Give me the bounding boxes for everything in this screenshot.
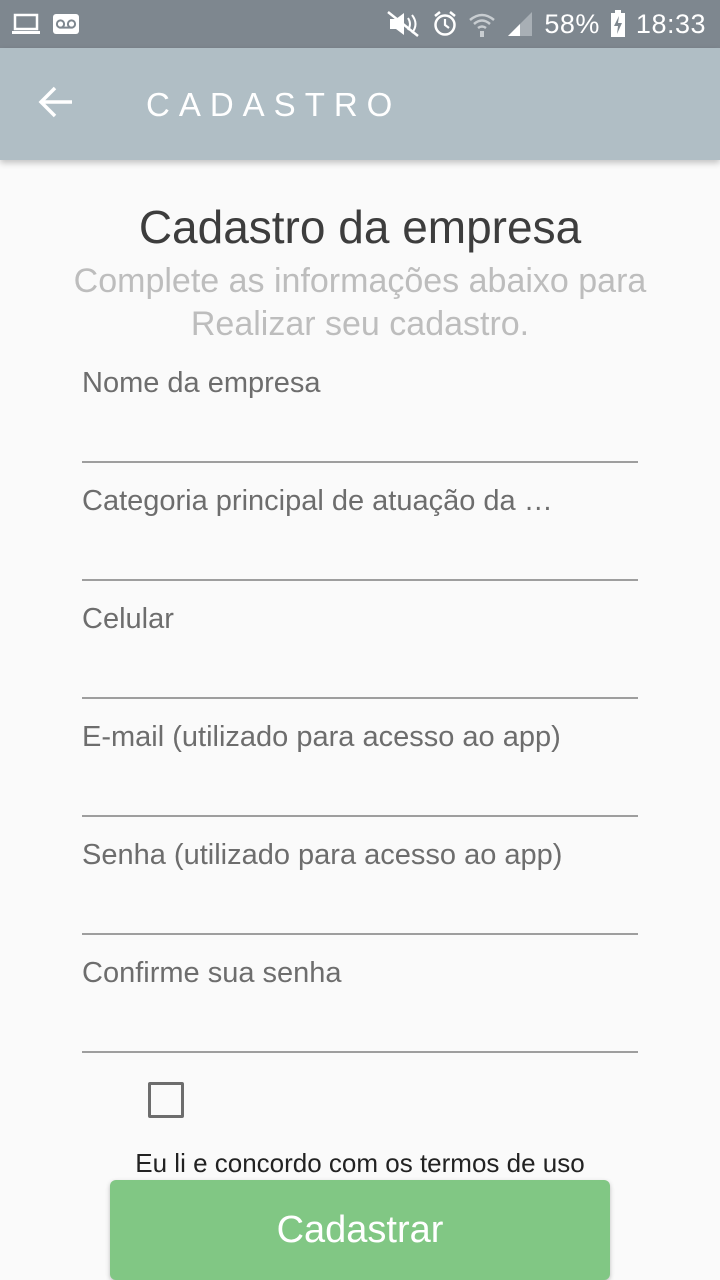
mobile-phone-field[interactable]: Celular — [82, 581, 638, 699]
voicemail-icon — [52, 13, 80, 35]
back-button[interactable] — [24, 72, 88, 136]
submit-button[interactable]: Cadastrar — [110, 1180, 610, 1280]
email-label: E-mail (utilizado para acesso ao app) — [82, 721, 561, 753]
battery-percentage: 58% — [544, 8, 600, 39]
password-field[interactable]: Senha (utilizado para acesso ao app) — [82, 817, 638, 935]
laptop-icon — [12, 12, 40, 36]
confirm-password-input[interactable] — [82, 1005, 638, 1045]
company-name-label: Nome da empresa — [82, 367, 321, 399]
mute-icon — [386, 10, 422, 38]
page-title: Cadastro da empresa — [138, 201, 582, 253]
company-name-input[interactable] — [82, 415, 638, 455]
status-bar-right: 58% 18:33 — [386, 9, 706, 40]
company-name-field[interactable]: Nome da empresa — [82, 345, 638, 463]
app-bar-title: CADASTRO — [146, 86, 402, 123]
signup-screen: 58% 18:33 CADASTRO Cadastro da empresa C… — [0, 0, 720, 1280]
email-field[interactable]: E-mail (utilizado para acesso ao app) — [82, 699, 638, 817]
submit-button-label: Cadastrar — [276, 1208, 444, 1251]
main-category-field[interactable]: Categoria principal de atuação da … — [82, 463, 638, 581]
alarm-icon — [432, 10, 458, 38]
app-bar: CADASTRO — [0, 48, 720, 160]
wifi-icon — [468, 10, 496, 38]
main-category-input[interactable] — [82, 533, 638, 573]
clock: 18:33 — [635, 8, 706, 39]
mobile-phone-label: Celular — [82, 603, 174, 635]
status-bar-left — [12, 12, 80, 36]
battery-charging-icon — [610, 10, 626, 38]
email-input[interactable] — [82, 769, 638, 809]
confirm-password-label: Confirme sua senha — [82, 957, 342, 989]
main-category-label: Categoria principal de atuação da … — [82, 485, 553, 517]
password-input[interactable] — [82, 887, 638, 927]
page-subtitle: Complete as informações abaixo para Real… — [73, 262, 647, 343]
terms-checkbox[interactable] — [148, 1082, 184, 1118]
password-label: Senha (utilizado para acesso ao app) — [82, 839, 563, 871]
arrow-left-icon — [38, 84, 74, 125]
signal-icon — [506, 10, 534, 38]
mobile-phone-input[interactable] — [82, 651, 638, 691]
status-bar: 58% 18:33 — [0, 0, 720, 48]
confirm-password-field[interactable]: Confirme sua senha — [82, 935, 638, 1053]
terms-label: Eu li e concordo com os termos de uso — [135, 1148, 585, 1178]
